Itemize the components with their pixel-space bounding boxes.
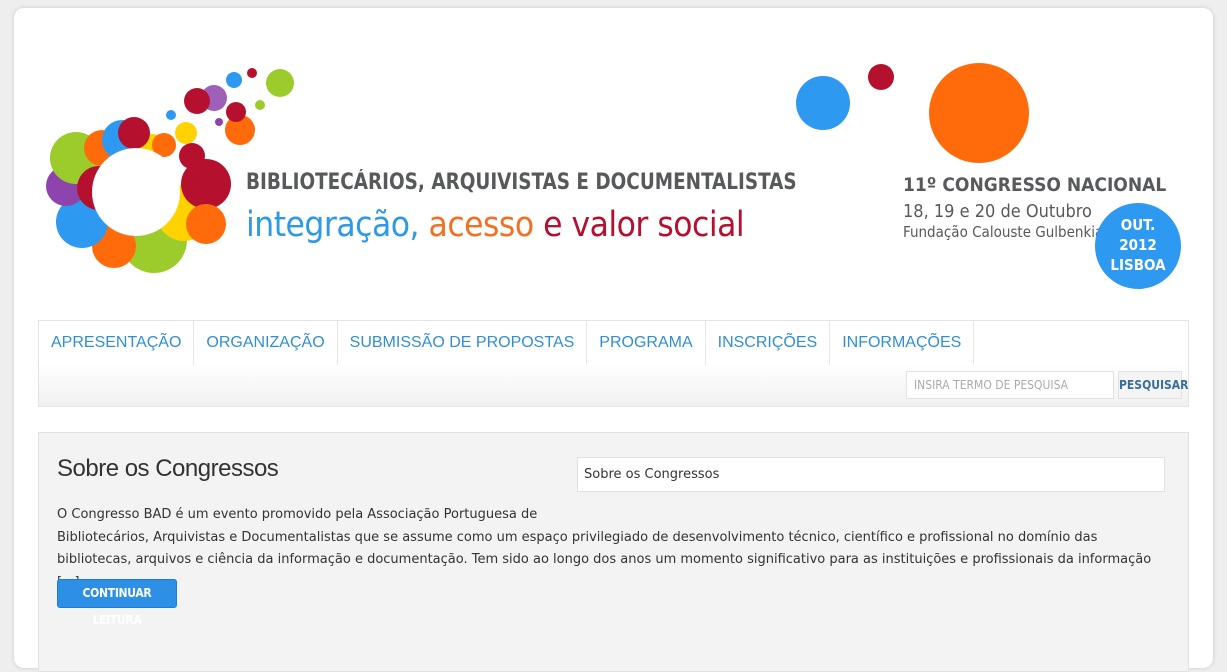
intro-text-line1: O Congresso BAD é um evento promovido pe…	[57, 507, 538, 522]
deco-blue-circle	[796, 76, 850, 130]
nav-item-organizacao[interactable]: ORGANIZAÇÃO	[194, 321, 338, 365]
deco-red-circle	[868, 64, 894, 90]
congress-logo	[46, 63, 1029, 273]
congress-title: 11º CONGRESSO NACIONAL	[903, 174, 1167, 196]
intro-text: O Congresso BAD é um evento promovido pe…	[57, 504, 1157, 594]
page-title: Sobre os Congressos	[57, 455, 279, 482]
nav-menu: APRESENTAÇÃO ORGANIZAÇÃO SUBMISSÃO DE PR…	[39, 321, 975, 365]
logo-bubbles	[166, 68, 294, 145]
badge-year: 2012	[1119, 236, 1157, 254]
congress-venue: Fundação Calouste Gulbenkian	[903, 223, 1112, 241]
date-badge: OUT. 2012 LISBOA	[1095, 203, 1181, 289]
tagline-part-integration: integração,	[246, 205, 420, 245]
search-button[interactable]: PESQUISAR	[1118, 371, 1188, 399]
badge-month: OUT.	[1120, 216, 1156, 234]
tagline-part-access: acesso	[428, 205, 535, 245]
nav-item-inscricoes[interactable]: INSCRIÇÕES	[706, 321, 831, 365]
nav-item-submissao[interactable]: SUBMISSÃO DE PROPOSTAS	[338, 321, 588, 365]
search-input[interactable]	[906, 371, 1114, 399]
continue-reading-button[interactable]: CONTINUAR LEITURA	[57, 579, 177, 627]
tagline-part-social: e valor social	[543, 205, 745, 245]
section-select[interactable]: Sobre os Congressos	[577, 457, 1165, 492]
header-tagline: integração, acesso e valor social	[246, 205, 745, 245]
badge-city: LISBOA	[1110, 256, 1166, 274]
nav-item-informacoes[interactable]: INFORMAÇÕES	[830, 321, 975, 365]
header-subtitle: BIBLIOTECÁRIOS, ARQUIVISTAS E DOCUMENTAL…	[246, 170, 797, 195]
congress-dates: 18, 19 e 20 de Outubro	[903, 201, 1092, 222]
site-header: BIBLIOTECÁRIOS, ARQUIVISTAS E DOCUMENTAL…	[14, 8, 1213, 313]
main-content: Sobre os Congressos Sobre os Congressos …	[38, 432, 1189, 672]
deco-orange-circle	[929, 63, 1029, 163]
nav-item-programa[interactable]: PROGRAMA	[587, 321, 706, 365]
intro-text-body: Bibliotecários, Arquivistas e Documental…	[57, 529, 1152, 590]
logo-ring	[46, 117, 231, 273]
main-navigation: APRESENTAÇÃO ORGANIZAÇÃO SUBMISSÃO DE PR…	[38, 320, 1189, 407]
nav-item-apresentacao[interactable]: APRESENTAÇÃO	[39, 321, 195, 365]
page-container: BIBLIOTECÁRIOS, ARQUIVISTAS E DOCUMENTAL…	[14, 8, 1213, 672]
